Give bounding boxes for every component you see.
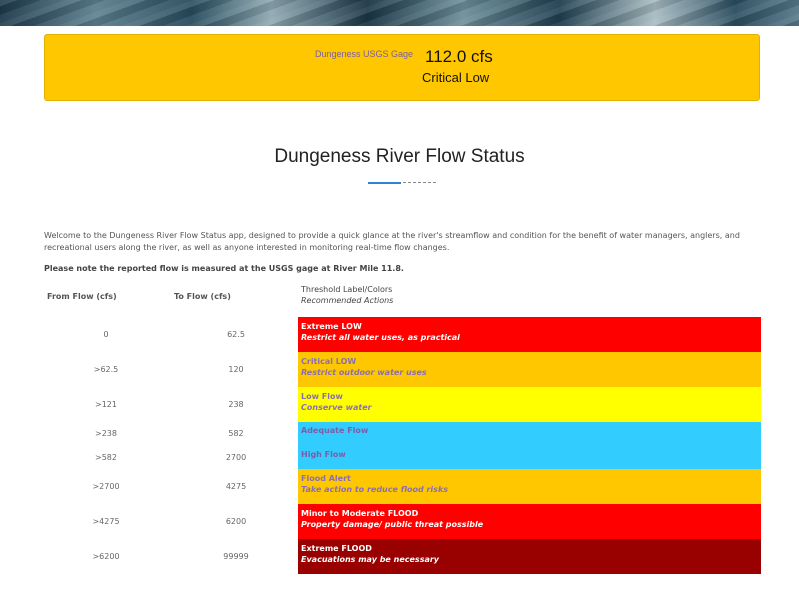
- gage-name: Dungeness USGS Gage: [315, 49, 414, 59]
- table-row: >238 582 Adequate Flow: [0, 422, 799, 446]
- recommended-action: Evacuations may be necessary: [301, 555, 440, 564]
- from-flow-cell: 0: [103, 330, 109, 339]
- threshold-swatch: High Flow: [298, 446, 761, 469]
- header-from-flow: From Flow (cfs): [47, 292, 117, 301]
- to-flow-cell: 62.5: [227, 330, 245, 339]
- table-row: >4275 6200 Minor to Moderate FLOOD Prope…: [0, 504, 799, 539]
- to-flow-cell: 6200: [225, 517, 247, 526]
- header-threshold-label: Threshold Label/Colors: [301, 285, 393, 294]
- from-flow-cell: >238: [95, 429, 117, 438]
- table-row: >582 2700 High Flow: [0, 446, 799, 469]
- gage-status-label: Critical Low: [422, 70, 490, 85]
- gage-status-card: Dungeness USGS Gage 112.0 cfs Critical L…: [44, 34, 760, 101]
- to-flow-cell: 2700: [225, 453, 247, 462]
- table-row: >62.5 120 Critical LOW Restrict outdoor …: [0, 352, 799, 387]
- threshold-label: Adequate Flow: [301, 426, 369, 435]
- to-flow-cell: 238: [228, 400, 244, 409]
- from-flow-cell: >6200: [92, 552, 120, 561]
- river-banner-image: [0, 0, 799, 26]
- recommended-action: Restrict all water uses, as practical: [301, 333, 460, 342]
- header-to-flow: To Flow (cfs): [174, 292, 231, 301]
- from-flow-cell: >62.5: [93, 365, 119, 374]
- threshold-swatch: Critical LOW Restrict outdoor water uses: [298, 352, 761, 387]
- table-row: >6200 99999 Extreme FLOOD Evacuations ma…: [0, 539, 799, 574]
- from-flow-cell: >4275: [92, 517, 120, 526]
- table-row: >2700 4275 Flood Alert Take action to re…: [0, 469, 799, 504]
- threshold-label: Low Flow: [301, 392, 343, 401]
- header-threshold: Threshold Label/Colors Recommended Actio…: [301, 284, 393, 306]
- title-divider: [368, 182, 436, 184]
- table-row: >121 238 Low Flow Conserve water: [0, 387, 799, 422]
- threshold-label: High Flow: [301, 450, 346, 459]
- threshold-swatch: Extreme LOW Restrict all water uses, as …: [298, 317, 761, 352]
- threshold-swatch: Minor to Moderate FLOOD Property damage/…: [298, 504, 761, 539]
- threshold-swatch: Extreme FLOOD Evacuations may be necessa…: [298, 539, 761, 574]
- threshold-label: Extreme LOW: [301, 322, 362, 331]
- to-flow-cell: 582: [228, 429, 244, 438]
- threshold-label: Flood Alert: [301, 474, 351, 483]
- from-flow-cell: >121: [95, 400, 117, 409]
- to-flow-cell: 4275: [225, 482, 247, 491]
- to-flow-cell: 99999: [223, 552, 249, 561]
- intro-text: Welcome to the Dungeness River Flow Stat…: [44, 231, 740, 252]
- threshold-label: Extreme FLOOD: [301, 544, 372, 553]
- header-recommended-actions: Recommended Actions: [301, 296, 394, 305]
- from-flow-cell: >582: [95, 453, 117, 462]
- threshold-swatch: Flood Alert Take action to reduce flood …: [298, 469, 761, 504]
- recommended-action: Conserve water: [301, 403, 372, 412]
- page-title: Dungeness River Flow Status: [274, 146, 525, 167]
- recommended-action: Property damage/ public threat possible: [301, 520, 484, 529]
- to-flow-cell: 120: [228, 365, 244, 374]
- gage-flow-value: 112.0 cfs: [425, 47, 493, 66]
- gage-location-note: Please note the reported flow is measure…: [44, 264, 404, 273]
- threshold-label: Minor to Moderate FLOOD: [301, 509, 419, 518]
- threshold-swatch: Low Flow Conserve water: [298, 387, 761, 422]
- recommended-action: Restrict outdoor water uses: [301, 368, 427, 377]
- threshold-label: Critical LOW: [301, 357, 357, 366]
- table-row: 0 62.5 Extreme LOW Restrict all water us…: [0, 317, 799, 352]
- recommended-action: Take action to reduce flood risks: [301, 485, 449, 494]
- threshold-swatch: Adequate Flow: [298, 422, 761, 446]
- from-flow-cell: >2700: [92, 482, 120, 491]
